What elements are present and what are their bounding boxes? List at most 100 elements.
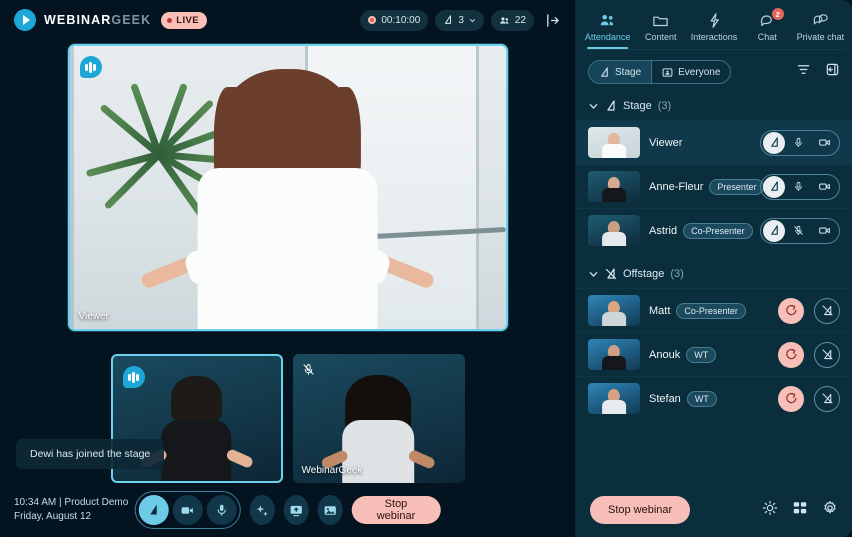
table-row[interactable]: Matt Co-Presenter xyxy=(576,288,852,332)
segment-stage[interactable]: Stage xyxy=(589,61,652,83)
quality-value: 3 xyxy=(458,14,464,26)
attendees-count[interactable]: 22 xyxy=(490,9,534,31)
mic-muted-icon xyxy=(793,225,803,236)
spotlight-icon xyxy=(149,504,157,515)
invite-to-stage-button[interactable] xyxy=(778,385,804,412)
offstage-icon xyxy=(822,305,832,316)
filter-icon[interactable] xyxy=(796,62,811,82)
invite-to-stage-icon xyxy=(785,348,796,360)
avatar xyxy=(588,215,640,246)
invite-to-stage-button[interactable] xyxy=(778,297,804,324)
attendee-info: Viewer xyxy=(649,137,751,149)
spotlight-icon xyxy=(770,225,778,235)
spotlight-icon xyxy=(770,181,778,191)
tab-interactions[interactable]: Interactions xyxy=(688,6,739,49)
table-row[interactable]: Stefan WT xyxy=(576,376,852,420)
quality-selector[interactable]: 3 xyxy=(435,9,484,31)
row-actions xyxy=(760,129,840,156)
session-date: Friday, August 12 xyxy=(14,511,92,522)
table-row[interactable]: Anne-Fleur Presenter xyxy=(576,164,852,208)
panel-bottom-bar: Stop webinar xyxy=(576,483,852,537)
audience-segment-control: Stage Everyone xyxy=(588,60,732,84)
group-header-stage[interactable]: Stage (3) xyxy=(576,94,852,120)
attendee-info: Anne-Fleur Presenter xyxy=(649,178,765,195)
remove-offstage-button[interactable] xyxy=(814,385,840,412)
tab-label: Private chat xyxy=(796,32,845,42)
table-row[interactable]: Anouk WT xyxy=(576,332,852,376)
remove-offstage-button[interactable] xyxy=(814,297,840,324)
speaking-indicator-icon xyxy=(79,56,102,78)
sparkle-icon xyxy=(256,504,268,516)
main-video-tile[interactable]: Viewer xyxy=(67,44,508,331)
tab-chat[interactable]: 2 Chat xyxy=(742,6,793,49)
video-tile-webinargeek[interactable]: WebinarGeek xyxy=(292,354,465,483)
mic-toggle[interactable] xyxy=(787,132,809,154)
brand-logo: WEBINARGEEK xyxy=(14,9,151,31)
mic-icon xyxy=(217,504,226,516)
camera-icon xyxy=(181,506,193,514)
spotlight-toggle[interactable] xyxy=(763,175,785,198)
brand-name-dim: GEEK xyxy=(111,13,152,27)
live-badge: LIVE xyxy=(161,11,207,29)
camera-toggle[interactable] xyxy=(811,176,837,198)
mic-muted-icon xyxy=(302,363,315,381)
attendee-info: Anouk WT xyxy=(649,346,769,363)
grid-people-icon xyxy=(662,67,673,77)
attendee-list: Stage (3) Viewer Anne-Fleur Presenter As… xyxy=(576,94,852,483)
remove-offstage-button[interactable] xyxy=(814,341,840,368)
attendee-info: Stefan WT xyxy=(649,390,769,407)
segment-everyone[interactable]: Everyone xyxy=(652,61,730,83)
invite-to-stage-icon xyxy=(785,304,796,316)
gear-icon[interactable] xyxy=(822,500,838,521)
presenter-figure xyxy=(139,68,436,329)
spotlight-button[interactable] xyxy=(138,495,169,525)
mic-button[interactable] xyxy=(206,495,237,525)
screen-share-button[interactable] xyxy=(283,495,309,525)
stop-webinar-button-center[interactable]: Stop webinar xyxy=(351,496,441,524)
table-row[interactable]: Viewer xyxy=(576,120,852,164)
video-tile-label: WebinarGeek xyxy=(301,465,363,476)
stop-webinar-button-panel[interactable]: Stop webinar xyxy=(590,496,691,524)
brightness-icon[interactable] xyxy=(762,500,778,521)
signal-icon xyxy=(445,15,452,24)
spotlight-icon xyxy=(607,100,615,111)
main-video-area: Viewer xyxy=(0,40,575,346)
camera-button[interactable] xyxy=(172,495,203,525)
spotlight-toggle[interactable] xyxy=(763,131,785,154)
chevron-down-icon xyxy=(589,103,598,109)
attendee-info: Matt Co-Presenter xyxy=(649,302,769,319)
tab-label: Interactions xyxy=(690,32,738,42)
row-actions xyxy=(778,341,840,368)
camera-toggle[interactable] xyxy=(811,220,837,242)
role-badge: Co-Presenter xyxy=(676,302,746,319)
camera-toggle[interactable] xyxy=(811,132,837,154)
session-time-title: 10:34 AM | Product Demo xyxy=(14,496,129,508)
tab-attendance[interactable]: Attendance xyxy=(582,6,633,49)
tab-private-chat[interactable]: Private chat xyxy=(795,6,846,49)
tab-content[interactable]: Content xyxy=(635,6,686,49)
row-actions xyxy=(778,297,840,324)
invite-to-stage-button[interactable] xyxy=(778,341,804,368)
effects-button[interactable] xyxy=(249,495,275,525)
chevron-down-icon xyxy=(469,18,475,22)
group-title: Stage xyxy=(623,100,652,112)
segment-label: Everyone xyxy=(678,66,721,78)
collapse-panel-icon[interactable] xyxy=(825,62,840,82)
brand-name-bold: WEBINAR xyxy=(44,13,112,27)
spotlight-icon xyxy=(601,66,608,77)
spotlight-toggle[interactable] xyxy=(763,219,785,242)
mic-toggle-muted[interactable] xyxy=(787,220,809,242)
role-badge: Co-Presenter xyxy=(683,222,753,239)
layout-grid-icon[interactable] xyxy=(792,500,808,521)
mic-toggle[interactable] xyxy=(787,176,809,198)
leave-icon[interactable] xyxy=(541,9,563,31)
background-button[interactable] xyxy=(317,495,343,525)
live-label: LIVE xyxy=(176,14,199,26)
live-dot-icon xyxy=(167,17,173,23)
webinargeek-play-icon xyxy=(14,9,36,31)
people-icon xyxy=(500,16,509,24)
table-row[interactable]: Astrid Co-Presenter xyxy=(576,208,852,252)
group-count: (3) xyxy=(657,100,672,112)
toast-notification: Dewi has joined the stage xyxy=(16,439,165,469)
group-header-offstage[interactable]: Offstage (3) xyxy=(576,252,852,288)
